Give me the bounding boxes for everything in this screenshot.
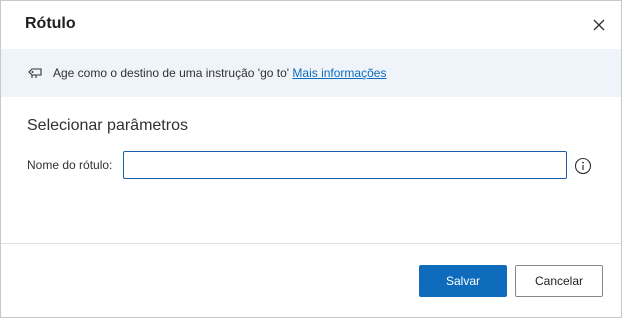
info-description: Age como o destino de uma instrução 'go … bbox=[53, 66, 290, 80]
dialog-header: Rótulo bbox=[1, 1, 621, 49]
close-icon[interactable] bbox=[589, 15, 609, 35]
label-name-label: Nome do rótulo: bbox=[27, 158, 113, 172]
label-dialog: Rótulo Age como o destino de uma instruç… bbox=[0, 0, 622, 318]
info-icon[interactable] bbox=[574, 157, 592, 175]
dialog-title: Rótulo bbox=[25, 15, 76, 32]
label-pin-icon bbox=[27, 65, 43, 81]
info-bar: Age como o destino de uma instrução 'go … bbox=[1, 49, 621, 97]
label-name-input[interactable] bbox=[123, 151, 567, 179]
info-text: Age como o destino de uma instrução 'go … bbox=[53, 66, 386, 80]
section-title: Selecionar parâmetros bbox=[27, 117, 188, 134]
footer-divider bbox=[1, 243, 621, 244]
cancel-button[interactable]: Cancelar bbox=[515, 265, 603, 297]
save-button[interactable]: Salvar bbox=[419, 265, 507, 297]
more-info-link[interactable]: Mais informações bbox=[292, 66, 386, 80]
